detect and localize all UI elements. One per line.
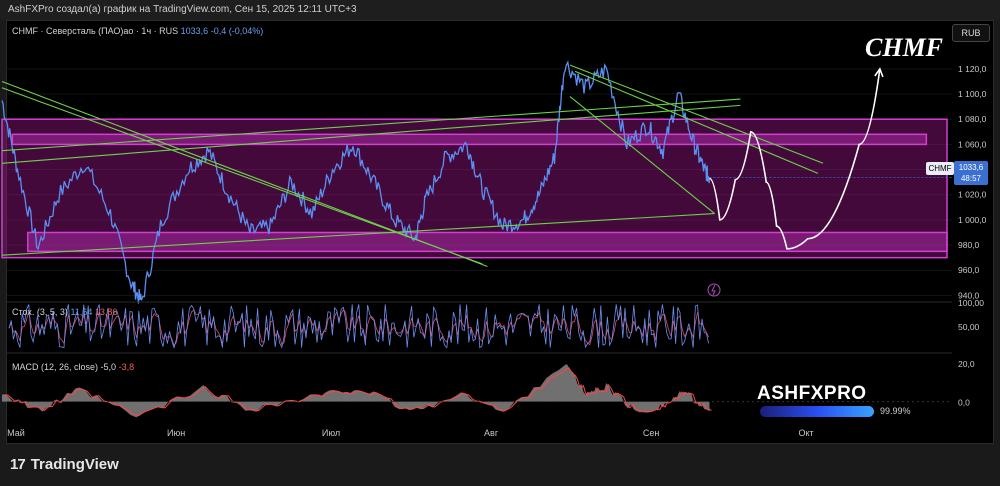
price-change: -0,4 (-0,04%) — [210, 26, 264, 36]
ashfxpro-watermark: ASHFXPRO — [757, 383, 867, 404]
last-price-tag: 1033,6 48:57 — [954, 161, 988, 185]
symbol-price-tag: CHMF — [926, 162, 954, 175]
time-tick-label: Июл — [322, 428, 340, 438]
footer-bar: 17 TradingView — [0, 444, 1000, 486]
macd-signal-value: -3,8 — [118, 362, 135, 372]
price-tick-label: 1 060,0 — [958, 139, 987, 149]
tradingview-wordmark: TradingView — [30, 456, 119, 473]
macd-tick-label: 0,0 — [958, 398, 970, 408]
handwritten-annotation: CHMF — [865, 33, 944, 62]
macd-tick-label: 20,0 — [958, 359, 975, 369]
stochastic-panel: 50,00 100,00 — [7, 298, 984, 349]
time-tick-label: Июн — [167, 428, 185, 438]
price-tick-label: 1 000,0 — [958, 215, 987, 225]
zone-rect — [27, 231, 948, 253]
currency-button[interactable]: RUB — [952, 24, 990, 42]
stoch-tick-label: 50,00 — [958, 322, 980, 332]
zone-rect — [11, 133, 928, 146]
flash-icon — [707, 283, 721, 297]
price-tick-label: 960,0 — [958, 265, 980, 275]
time-axis-ticks: Май Июн Июл Авг Сен Окт — [7, 428, 813, 438]
tradingview-mark-icon: 17 — [10, 456, 26, 473]
time-tick-label: Май — [7, 428, 25, 438]
price-tick-label: 1 080,0 — [958, 114, 987, 124]
time-tick-label: Сен — [643, 428, 660, 438]
price-tick-label: 1 120,0 — [958, 64, 987, 74]
macd-value: -5,0 — [100, 362, 117, 372]
watermark-progress-label: 99.99% — [880, 406, 911, 416]
last-price: 1033,6 — [180, 26, 209, 36]
symbol-title: CHMF · Северсталь (ПАО)ао · 1ч · RUS — [12, 26, 179, 36]
price-tick-label: 1 020,0 — [958, 190, 987, 200]
time-tick-label: Авг — [484, 428, 499, 438]
main-legend[interactable]: CHMF · Северсталь (ПАО)ао · 1ч · RUS 103… — [12, 26, 263, 36]
bar-countdown: 48:57 — [960, 174, 982, 183]
last-price-tag-value: 1033,6 — [958, 163, 984, 172]
flash-icon-ring — [707, 283, 721, 297]
stoch-k-value: 11,64 — [70, 307, 93, 317]
time-tick-label: Окт — [798, 428, 813, 438]
watermark-progress-bar — [760, 406, 874, 417]
stoch-tick-label: 100,00 — [958, 298, 984, 308]
tradingview-logo[interactable]: 17 TradingView — [10, 456, 119, 473]
macd-name: MACD (12, 26, close) — [12, 362, 99, 372]
stoch-legend[interactable]: Стох. (3, 5, 3) 11,64 13,86 — [12, 307, 117, 317]
stoch-name: Стох. (3, 5, 3) — [12, 307, 68, 317]
price-tick-label: 980,0 — [958, 240, 980, 250]
price-tick-label: 1 100,0 — [958, 89, 987, 99]
stoch-d-value: 13,86 — [94, 307, 118, 317]
flash-icon-bolt — [711, 284, 716, 296]
macd-legend[interactable]: MACD (12, 26, close) -5,0 -3,8 — [12, 362, 134, 372]
